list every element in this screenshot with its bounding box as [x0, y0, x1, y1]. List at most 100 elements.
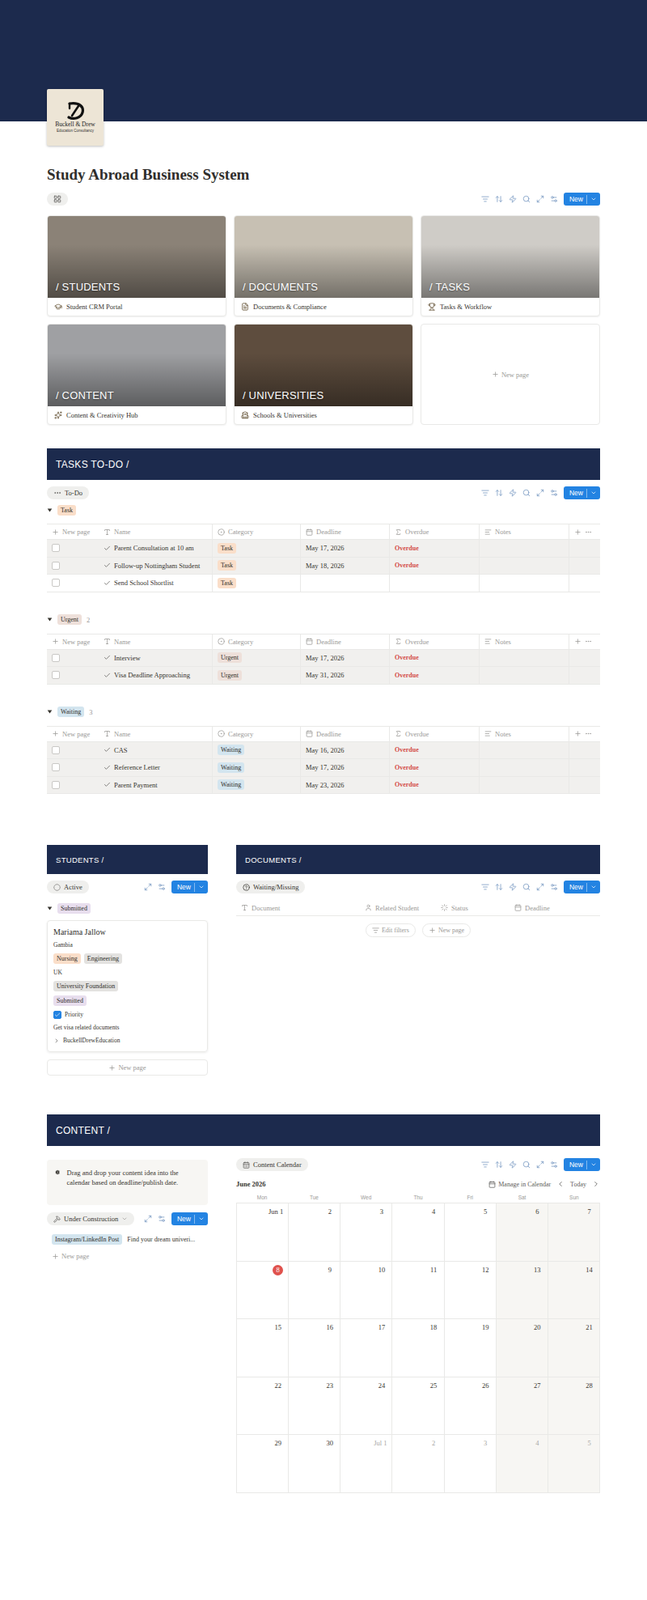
row-checkbox[interactable] — [51, 745, 60, 754]
name-cell[interactable]: Visa Deadline Approaching — [98, 666, 213, 684]
calendar-day[interactable]: 30 — [288, 1433, 341, 1493]
gallery-card[interactable]: / CONTENTContent & Creativity Hub — [46, 323, 227, 425]
view-tab[interactable]: Waiting/Missing — [236, 879, 305, 893]
plus-icon[interactable] — [51, 1251, 60, 1260]
expand-icon[interactable] — [536, 1159, 545, 1168]
chevron-down-icon[interactable] — [121, 1214, 128, 1222]
row-checkbox[interactable] — [51, 578, 60, 587]
group-header[interactable]: Urgent2 — [46, 611, 601, 628]
column-header[interactable]: Document — [236, 899, 360, 915]
calendar-day[interactable]: 10 — [340, 1260, 393, 1320]
calendar-day[interactable]: 2 — [392, 1433, 445, 1493]
table-row[interactable]: Parent PaymentWaitingMay 23, 2026Overdue — [46, 776, 601, 795]
calendar-day[interactable]: 5 — [548, 1433, 601, 1493]
column-header[interactable]: Name — [98, 634, 213, 649]
column-header[interactable]: Overdue — [389, 726, 480, 741]
add-column-icon[interactable] — [574, 528, 582, 536]
calendar-day[interactable]: 23 — [288, 1376, 341, 1435]
column-header[interactable]: Deadline — [300, 524, 390, 539]
calendar-day[interactable]: 22 — [236, 1376, 289, 1435]
automation-icon[interactable] — [508, 488, 517, 497]
category-cell[interactable]: Waiting — [212, 758, 301, 776]
calendar-day[interactable]: 15 — [236, 1318, 289, 1377]
previous-month-icon[interactable] — [556, 1179, 565, 1188]
gallery-card[interactable]: / UNIVERSITIESSchools & Universities — [233, 323, 414, 425]
deadline-cell[interactable]: May 16, 2026 — [300, 741, 390, 759]
settings-icon[interactable] — [549, 882, 559, 891]
calendar-day[interactable]: 19 — [444, 1318, 497, 1377]
column-header[interactable]: Deadline — [300, 726, 390, 741]
expand-icon[interactable] — [143, 1213, 153, 1223]
manage-calendar-button[interactable]: Manage in Calendar — [488, 1179, 551, 1188]
row-checkbox[interactable] — [51, 653, 60, 662]
name-cell[interactable]: CAS — [98, 741, 213, 759]
view-tab[interactable]: Under Construction — [46, 1211, 135, 1225]
calendar-day[interactable]: 28 — [548, 1376, 601, 1435]
filter-icon[interactable] — [481, 1159, 490, 1168]
view-tab[interactable]: Active — [46, 879, 89, 893]
chevron-down-icon[interactable] — [590, 1160, 597, 1168]
column-header[interactable]: Name — [98, 726, 213, 741]
deadline-cell[interactable] — [300, 574, 390, 592]
relation-link[interactable]: BuckellDrewEducation — [53, 1035, 202, 1045]
notes-cell[interactable] — [479, 574, 570, 592]
row-select[interactable] — [46, 741, 99, 759]
deadline-cell[interactable]: May 31, 2026 — [300, 666, 390, 684]
name-cell[interactable]: Follow-up Nottingham Student — [98, 557, 213, 575]
priority-field[interactable]: Priority — [53, 1009, 202, 1019]
row-select[interactable] — [46, 649, 99, 667]
column-header[interactable]: Category — [212, 524, 301, 539]
chevron-down-icon[interactable] — [590, 883, 597, 890]
priority-checkbox[interactable] — [53, 1010, 62, 1019]
student-card[interactable]: Mariama JallowGambiaNursingEngineeringUK… — [46, 919, 208, 1052]
column-header[interactable]: Deadline — [509, 899, 601, 915]
notes-cell[interactable] — [479, 776, 570, 794]
filter-icon[interactable] — [481, 488, 490, 497]
calendar-day[interactable]: 3 — [340, 1202, 393, 1261]
deadline-cell[interactable]: May 17, 2026 — [300, 649, 390, 667]
chevron-down-icon[interactable] — [590, 195, 597, 203]
new-button[interactable]: New — [563, 879, 601, 893]
new-page-button[interactable]: New page — [46, 524, 99, 539]
calendar-day[interactable]: 24 — [340, 1376, 393, 1435]
deadline-cell[interactable]: May 17, 2026 — [300, 539, 390, 557]
calendar-day[interactable]: 27 — [496, 1376, 549, 1435]
category-cell[interactable]: Waiting — [212, 741, 301, 759]
calendar-day[interactable]: 8 — [236, 1260, 289, 1320]
name-cell[interactable]: Interview — [98, 649, 213, 667]
filter-icon[interactable] — [481, 194, 490, 203]
row-checkbox[interactable] — [51, 543, 60, 552]
plus-icon[interactable] — [51, 637, 60, 645]
calendar-day[interactable]: 16 — [288, 1318, 341, 1377]
calendar-day[interactable]: 11 — [392, 1260, 445, 1320]
toggle-icon[interactable] — [46, 507, 53, 513]
gallery-card[interactable]: / STUDENTSStudent CRM Portal — [46, 215, 227, 317]
view-tab[interactable]: Content Calendar — [236, 1157, 309, 1171]
calendar-day[interactable]: 6 — [496, 1202, 549, 1261]
calendar-day[interactable]: 4 — [392, 1202, 445, 1261]
category-cell[interactable]: Urgent — [212, 649, 301, 667]
name-cell[interactable]: Parent Consultation at 10 am — [98, 539, 213, 557]
table-row[interactable]: Visa Deadline ApproachingUrgentMay 31, 2… — [46, 666, 601, 685]
row-checkbox[interactable] — [51, 561, 60, 570]
column-header[interactable]: Overdue — [389, 634, 480, 649]
chevron-down-icon[interactable] — [198, 883, 205, 890]
new-button[interactable]: New — [171, 879, 208, 893]
new-button[interactable]: New — [563, 192, 601, 206]
notes-cell[interactable] — [479, 557, 570, 575]
calendar-day[interactable]: 2 — [288, 1202, 341, 1261]
gallery-card[interactable]: / DOCUMENTSDocuments & Compliance — [233, 215, 414, 317]
calendar-day[interactable]: 29 — [236, 1433, 289, 1493]
column-header[interactable]: Notes — [479, 634, 570, 649]
row-checkbox[interactable] — [51, 780, 60, 789]
calendar-day[interactable]: Jul 1 — [340, 1433, 393, 1493]
settings-icon[interactable] — [157, 1213, 166, 1223]
card-title[interactable]: Content & Creativity Hub — [47, 405, 226, 424]
settings-icon[interactable] — [549, 1159, 559, 1168]
board-item[interactable]: Instagram/LinkedIn PostFind your dream u… — [46, 1231, 208, 1246]
group-header[interactable]: Waiting3 — [46, 703, 601, 720]
expand-icon[interactable] — [536, 882, 545, 891]
new-button[interactable]: New — [563, 1157, 601, 1171]
plus-icon[interactable] — [51, 528, 60, 536]
chevron-down-icon[interactable] — [198, 1214, 205, 1222]
